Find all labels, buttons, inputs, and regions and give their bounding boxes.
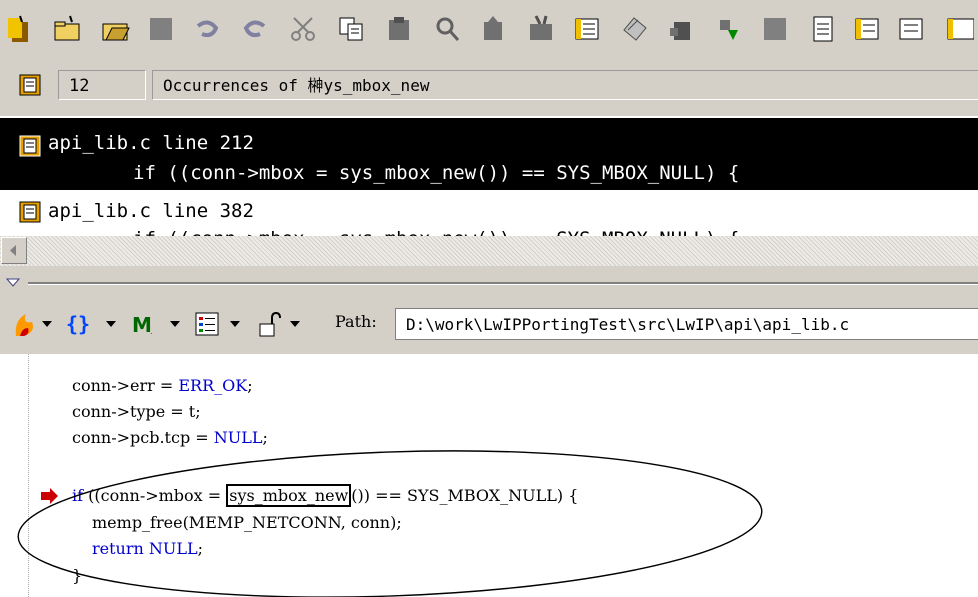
result-file: api_lib.c line 382: [48, 200, 254, 222]
forward-icon[interactable]: [714, 14, 744, 44]
result-code: if ((conn->mbox = sys_mbox_new()) == SYS…: [133, 162, 740, 184]
result-code: if ((conn->mbox = sys_mbox_new()) == SYS…: [133, 228, 739, 236]
svg-text:.: .: [150, 327, 153, 336]
occurrence-count: 12: [58, 70, 146, 100]
document-icon[interactable]: [808, 14, 838, 44]
scroll-left-button[interactable]: [1, 237, 27, 264]
chevron-down-icon[interactable]: [42, 321, 52, 327]
path-toolbar: {} M. Path: D:\work\LwIPPortingTest\src\…: [0, 294, 978, 354]
jump-function-icon[interactable]: [12, 310, 38, 338]
svg-text:{}: {}: [66, 312, 90, 336]
breakpoint-arrow-icon: [41, 488, 58, 504]
list-icon[interactable]: [572, 14, 602, 44]
code-line: conn->err = ERR_OK;: [72, 376, 253, 395]
file-badge-icon: [18, 134, 42, 158]
horizontal-scrollbar[interactable]: [0, 236, 978, 266]
main-toolbar: [0, 0, 978, 58]
highlighted-symbol[interactable]: sys_mbox_new: [226, 484, 352, 507]
chevron-down-icon[interactable]: [230, 321, 240, 327]
jump-icon[interactable]: [526, 14, 556, 44]
file-badge-icon: [18, 73, 42, 97]
results-list[interactable]: api_lib.c line 212 if ((conn->mbox = sys…: [0, 118, 978, 236]
back-icon[interactable]: [666, 14, 696, 44]
pane-splitter[interactable]: [0, 266, 978, 294]
code-line: conn->pcb.tcp = NULL;: [72, 428, 268, 447]
more-icon[interactable]: [852, 14, 882, 44]
relation-icon[interactable]: [620, 14, 650, 44]
chevron-down-icon[interactable]: [106, 321, 116, 327]
code-line: return NULL;: [92, 539, 204, 558]
result-item[interactable]: api_lib.c line 382 if ((conn->mbox = sys…: [0, 190, 978, 236]
search-icon[interactable]: [432, 14, 462, 44]
source-editor[interactable]: conn->err = ERR_OK; conn->type = t; conn…: [0, 354, 978, 597]
path-field[interactable]: D:\work\LwIPPortingTest\src\LwIP\api\api…: [395, 308, 978, 340]
collapse-triangle-icon[interactable]: [6, 278, 20, 288]
lock-icon[interactable]: [256, 310, 282, 338]
arrow-left-icon: [10, 245, 16, 256]
redo-icon[interactable]: [240, 14, 270, 44]
bookmark-icon[interactable]: [760, 14, 790, 44]
save-icon[interactable]: [146, 14, 176, 44]
symbol-window-icon[interactable]: [896, 14, 926, 44]
occurrence-summary: Occurrences of 榊ys_mbox_new: [152, 70, 978, 100]
cut-icon[interactable]: [288, 14, 318, 44]
undo-icon[interactable]: [192, 14, 222, 44]
braces-icon[interactable]: {}: [64, 310, 94, 338]
result-item[interactable]: api_lib.c line 212 if ((conn->mbox = sys…: [0, 118, 978, 190]
paste-icon[interactable]: [384, 14, 414, 44]
new-folder-icon[interactable]: [52, 14, 82, 44]
lookup-icon[interactable]: [478, 14, 508, 44]
open-file-icon[interactable]: [100, 14, 130, 44]
svg-text:M: M: [132, 313, 152, 337]
chevron-down-icon[interactable]: [170, 321, 180, 327]
path-label: Path:: [335, 312, 377, 331]
copy-icon[interactable]: [336, 14, 366, 44]
file-badge-icon: [18, 200, 42, 224]
chevron-down-icon[interactable]: [290, 321, 300, 327]
macro-icon[interactable]: M.: [130, 310, 160, 338]
code-line: }: [72, 566, 83, 585]
open-project-icon[interactable]: [4, 14, 34, 44]
editor-gutter: [28, 354, 30, 597]
splitter-line: [28, 282, 978, 285]
list-view-icon[interactable]: [194, 310, 220, 338]
result-file: api_lib.c line 212: [48, 132, 254, 154]
code-line-current: if ((conn->mbox = sys_mbox_new()) == SYS…: [72, 484, 579, 507]
code-line: memp_free(MEMP_NETCONN, conn);: [92, 513, 402, 532]
code-line: conn->type = t;: [72, 402, 201, 421]
search-results-header: 12 Occurrences of 榊ys_mbox_new: [0, 58, 978, 116]
relation-window-icon[interactable]: [944, 14, 974, 44]
